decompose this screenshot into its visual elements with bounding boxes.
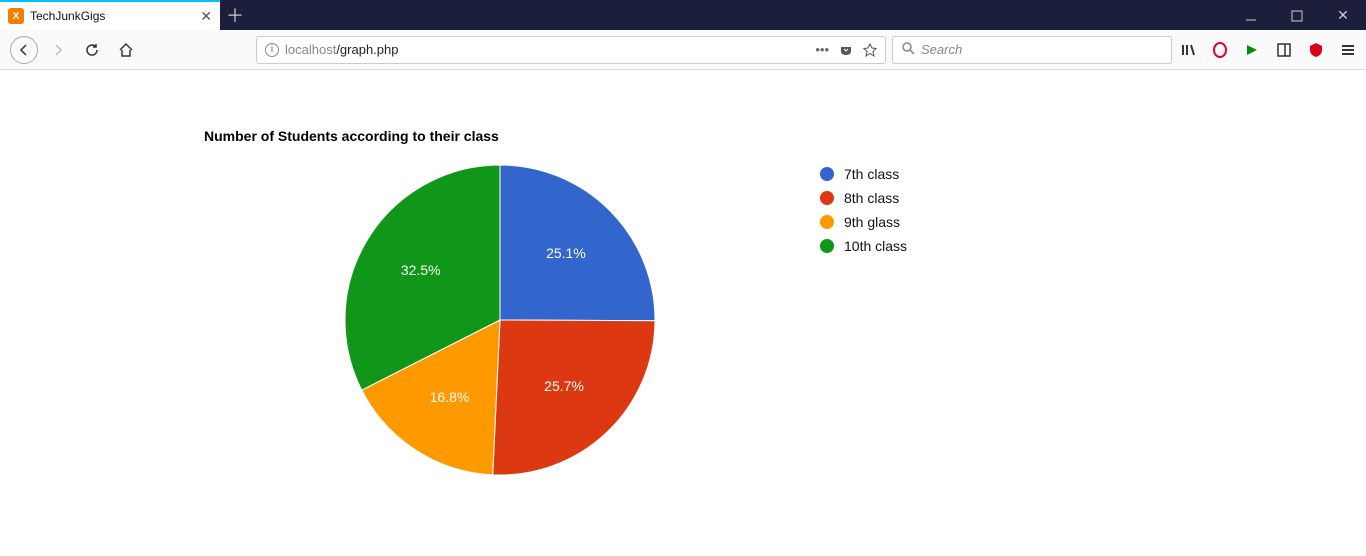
info-icon[interactable]: i (265, 43, 279, 57)
url-text: localhost/graph.php (285, 42, 398, 57)
more-icon[interactable]: ••• (815, 42, 829, 57)
url-bar[interactable]: i localhost/graph.php ••• (256, 36, 886, 64)
legend-dot-icon (820, 191, 834, 205)
legend-item[interactable]: 10th class (820, 238, 907, 254)
chart-legend: 7th class 8th class 9th glass 10th class (820, 166, 907, 254)
window-controls: ✕ (1228, 0, 1366, 30)
home-button[interactable] (112, 36, 140, 64)
back-button[interactable] (10, 36, 38, 64)
favicon-icon: X (8, 8, 24, 24)
toolbar: i localhost/graph.php ••• Search (0, 30, 1366, 70)
search-bar[interactable]: Search (892, 36, 1172, 64)
slice-label: 32.5% (401, 262, 441, 278)
pocket-icon[interactable] (839, 42, 853, 57)
maximize-button[interactable] (1274, 8, 1320, 22)
slice-label: 25.7% (544, 378, 584, 394)
url-host: localhost (285, 42, 336, 57)
close-window-button[interactable]: ✕ (1320, 7, 1366, 24)
forward-button[interactable] (44, 36, 72, 64)
search-placeholder: Search (921, 42, 962, 57)
idm-icon[interactable] (1244, 42, 1260, 58)
browser-tab[interactable]: X TechJunkGigs ✕ (0, 0, 220, 30)
slice-label: 16.8% (430, 389, 470, 405)
legend-dot-icon (820, 167, 834, 181)
legend-item[interactable]: 9th glass (820, 214, 907, 230)
legend-label: 8th class (844, 190, 899, 206)
pie-chart: 25.1% 25.7% 16.8% 32.5% (340, 160, 660, 480)
pie-svg: 25.1% 25.7% 16.8% 32.5% (340, 160, 660, 480)
legend-label: 7th class (844, 166, 899, 182)
url-path: /graph.php (336, 42, 398, 57)
pie-slice[interactable] (500, 165, 655, 321)
legend-item[interactable]: 7th class (820, 166, 907, 182)
menu-icon[interactable] (1340, 42, 1356, 58)
library-icon[interactable] (1180, 42, 1196, 58)
pie-slice[interactable] (493, 320, 655, 475)
search-icon (901, 41, 915, 58)
adblock-icon[interactable] (1308, 42, 1324, 58)
legend-item[interactable]: 8th class (820, 190, 907, 206)
legend-dot-icon (820, 239, 834, 253)
legend-dot-icon (820, 215, 834, 229)
reload-button[interactable] (78, 36, 106, 64)
chart-title: Number of Students according to their cl… (204, 128, 499, 144)
legend-label: 9th glass (844, 214, 900, 230)
toolbar-right (1180, 42, 1356, 58)
opera-icon[interactable] (1212, 42, 1228, 58)
slice-label: 25.1% (546, 245, 586, 261)
close-tab-icon[interactable]: ✕ (200, 8, 212, 25)
new-tab-button[interactable]: ＋ (220, 0, 250, 30)
page-content: Number of Students according to their cl… (0, 70, 1366, 556)
minimize-button[interactable] (1228, 8, 1274, 22)
titlebar: X TechJunkGigs ✕ ＋ ✕ (0, 0, 1366, 30)
legend-label: 10th class (844, 238, 907, 254)
tab-title: TechJunkGigs (30, 9, 194, 23)
bookmark-star-icon[interactable] (863, 42, 877, 57)
sidebar-icon[interactable] (1276, 42, 1292, 58)
